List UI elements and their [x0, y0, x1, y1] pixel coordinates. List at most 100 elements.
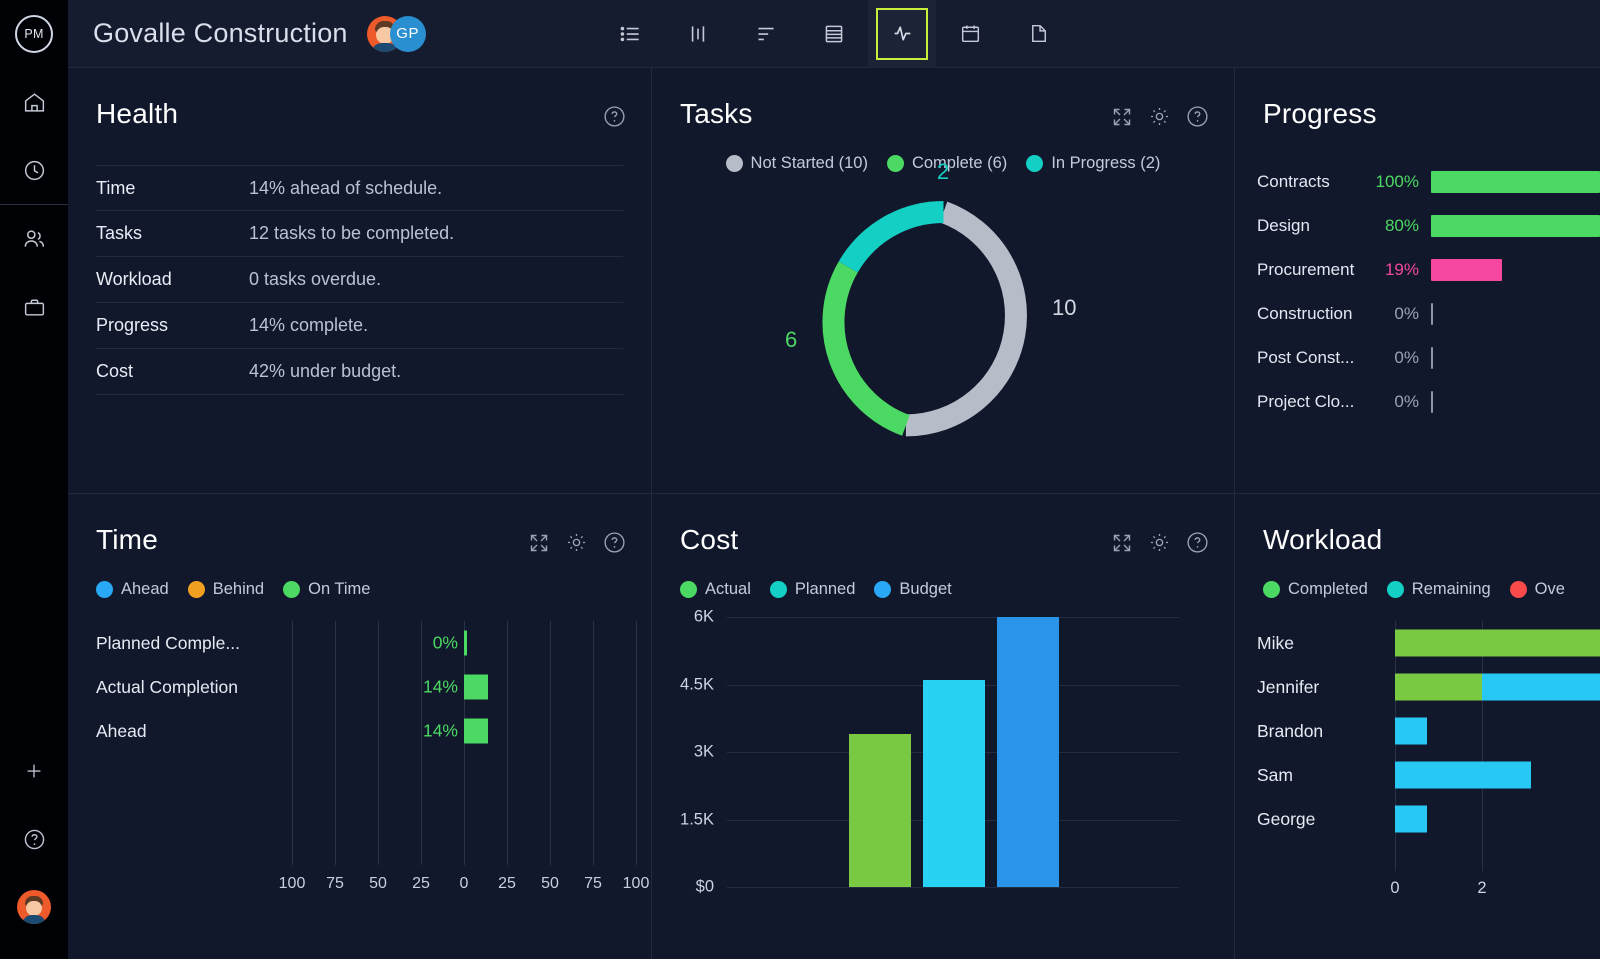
donut-svg [652, 177, 1234, 457]
file-icon [1026, 21, 1051, 46]
tab-gantt[interactable] [732, 0, 800, 68]
tab-files[interactable] [1004, 0, 1072, 68]
time-row: Ahead 14% [68, 709, 651, 753]
panel-time-icons [527, 524, 627, 555]
workload-seg-completed [1395, 630, 1600, 657]
axis-tick: 25 [412, 875, 430, 893]
time-label: Ahead [68, 721, 330, 742]
donut-label-in-progress: 2 [937, 159, 949, 185]
left-nav-rail: PM [0, 0, 68, 959]
gear-icon[interactable] [1147, 530, 1172, 555]
health-value: 14% ahead of schedule. [249, 178, 442, 199]
legend-item: Ahead [96, 580, 169, 599]
panel-cost: Cost [651, 493, 1234, 959]
axis-tick: 100 [279, 875, 306, 893]
rail-bottom-group [0, 737, 68, 959]
rail-item-account[interactable] [0, 873, 68, 941]
app-header: Govalle Construction GP [68, 0, 1600, 68]
axis-tick: 50 [369, 875, 387, 893]
workload-plot [1385, 665, 1600, 709]
health-row: Cost 42% under budget. [96, 349, 623, 395]
rail-item-people[interactable] [0, 205, 68, 273]
legend-label: Not Started (10) [751, 154, 868, 173]
plus-icon [23, 760, 45, 782]
progress-bar-fill [1431, 171, 1600, 193]
workload-seg-remaining [1395, 806, 1427, 833]
time-chart: Planned Comple... 0% Actual Completion 1… [68, 621, 651, 913]
progress-track [1431, 171, 1600, 193]
legend-dot-complete [887, 155, 904, 172]
help-circle-icon[interactable] [602, 104, 627, 129]
team-avatar-initials[interactable]: GP [390, 16, 426, 52]
expand-icon[interactable] [1110, 105, 1134, 129]
app-logo[interactable]: PM [0, 0, 68, 68]
workload-seg-remaining [1482, 674, 1600, 701]
panel-title-cost: Cost [680, 524, 738, 556]
time-value: 14% [423, 721, 458, 742]
time-value: 0% [433, 633, 458, 654]
help-circle-icon[interactable] [1185, 104, 1210, 129]
workload-row: George [1235, 797, 1600, 841]
legend-dot-behind [188, 581, 205, 598]
tab-board[interactable] [664, 0, 732, 68]
legend-dot-completed [1263, 581, 1280, 598]
donut-slice-complete [833, 267, 905, 425]
legend-label: Ahead [121, 580, 169, 599]
rail-item-add[interactable] [0, 737, 68, 805]
axis-tick: 2 [1477, 879, 1486, 898]
dashboard-app: PM [0, 0, 1600, 959]
rail-item-recent[interactable] [0, 136, 68, 204]
time-label: Planned Comple... [68, 633, 330, 654]
cost-chart: 6K 4.5K 3K 1.5K $0 [652, 617, 1234, 917]
time-plot: 14% [330, 709, 651, 753]
progress-value: 0% [1369, 392, 1419, 412]
help-circle-icon [22, 827, 47, 852]
logo-text: PM [15, 15, 53, 53]
time-x-axis: 100 75 50 25 0 25 50 75 100 [68, 875, 651, 897]
gear-icon[interactable] [564, 530, 589, 555]
rail-item-home[interactable] [0, 68, 68, 136]
rail-item-projects[interactable] [0, 273, 68, 341]
time-rows: Planned Comple... 0% Actual Completion 1… [68, 621, 651, 753]
legend-item: Behind [188, 580, 264, 599]
rail-item-help[interactable] [0, 805, 68, 873]
legend-dot-planned [770, 581, 787, 598]
clock-icon [22, 158, 47, 183]
expand-icon[interactable] [1110, 531, 1134, 555]
avatar-face [26, 901, 42, 916]
legend-dot-actual [680, 581, 697, 598]
time-bar [464, 631, 467, 656]
health-value: 42% under budget. [249, 361, 401, 382]
progress-track [1431, 259, 1600, 281]
tab-calendar[interactable] [936, 0, 1004, 68]
help-circle-icon[interactable] [602, 530, 627, 555]
health-key: Cost [96, 361, 249, 382]
health-row: Workload 0 tasks overdue. [96, 257, 623, 303]
view-switcher [596, 0, 1072, 68]
legend-label: Ove [1535, 580, 1565, 599]
expand-icon[interactable] [527, 531, 551, 555]
gear-icon[interactable] [1147, 104, 1172, 129]
legend-label: Remaining [1412, 580, 1491, 599]
time-row: Planned Comple... 0% [68, 621, 651, 665]
health-row: Progress 14% complete. [96, 303, 623, 349]
health-row: Tasks 12 tasks to be completed. [96, 211, 623, 257]
team-avatars[interactable]: GP [367, 16, 426, 52]
help-circle-icon[interactable] [1185, 530, 1210, 555]
tab-dashboard[interactable] [868, 0, 936, 68]
legend-item: Planned [770, 580, 856, 599]
donut-slice-not-started [906, 212, 1016, 425]
legend-dot-budget [874, 581, 891, 598]
panel-progress-header: Progress [1235, 68, 1600, 130]
axis-tick: 100 [623, 875, 650, 893]
cost-bar-planned [923, 680, 985, 887]
board-icon [685, 21, 711, 47]
workload-x-axis: 0 2 [1235, 879, 1600, 903]
health-key: Time [96, 178, 249, 199]
progress-row: Design 80% [1235, 204, 1600, 248]
tab-sheet[interactable] [800, 0, 868, 68]
legend-item: On Time [283, 580, 370, 599]
tab-list[interactable] [596, 0, 664, 68]
time-plot: 14% [330, 665, 651, 709]
axis-tick: 25 [498, 875, 516, 893]
